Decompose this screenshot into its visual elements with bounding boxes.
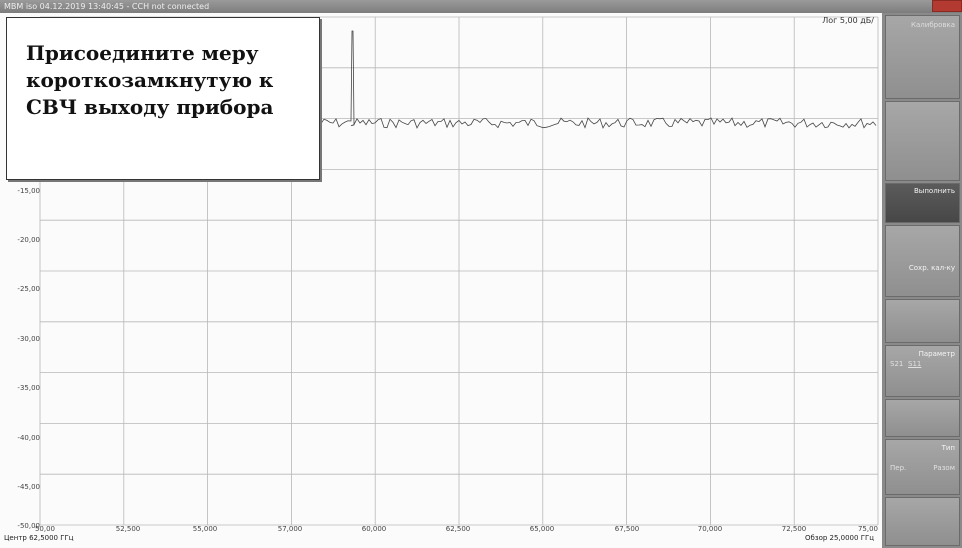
- y-tick-label: -35,00: [17, 384, 40, 392]
- softkey-panel: Калибровка Выполнить Сохр. кал-ку Параме…: [883, 13, 962, 548]
- type-button-label: Тип: [941, 444, 955, 452]
- execute-button-label: Выполнить: [914, 187, 955, 195]
- x-tick-label: 75,00: [857, 525, 879, 533]
- x-tick-label: 60,000: [361, 525, 387, 533]
- execute-button[interactable]: Выполнить: [885, 183, 960, 223]
- x-tick-label: 67,500: [614, 525, 640, 533]
- scale-label: Лог 5,00 дБ/: [822, 16, 874, 25]
- y-tick-label: -25,00: [17, 285, 40, 293]
- type-trans-option: Пер.: [890, 464, 907, 472]
- softkey-blank-1[interactable]: [885, 101, 960, 181]
- save-kit-button[interactable]: Сохр. кал-ку: [885, 225, 960, 297]
- x-tick-label: 70,000: [697, 525, 723, 533]
- prompt-line: короткозамкнутую к: [26, 68, 274, 92]
- softkey-header-label: Калибровка: [911, 21, 955, 29]
- parameter-s21-option: S21: [890, 360, 904, 368]
- parameter-button-label: Параметр: [918, 350, 955, 358]
- type-button[interactable]: Тип Пер. Разом: [885, 439, 960, 495]
- parameter-button[interactable]: Параметр S21 S11: [885, 345, 960, 397]
- softkey-blank-3[interactable]: [885, 399, 960, 437]
- prompt-line: Присоедините меру: [26, 41, 259, 65]
- parameter-s11-option: S11: [908, 360, 922, 368]
- softkey-blank-4[interactable]: [885, 497, 960, 546]
- type-refl-option: Разом: [933, 464, 955, 472]
- measurement-trace: [317, 30, 877, 129]
- center-frequency-label: Центр 62,5000 ГГц: [4, 534, 74, 542]
- y-tick-label: -30,00: [17, 335, 40, 343]
- y-tick-label: -20,00: [17, 236, 40, 244]
- y-tick-label: -45,00: [17, 483, 40, 491]
- x-tick-label: 52,500: [115, 525, 141, 533]
- window-titlebar: MBM iso 04.12.2019 13:40:45 - ССН not co…: [0, 0, 962, 13]
- softkey-blank-2[interactable]: [885, 299, 960, 343]
- x-tick-label: 62,500: [445, 525, 471, 533]
- softkey-header: Калибровка: [885, 15, 960, 99]
- prompt-line: СВЧ выходу прибора: [26, 95, 274, 119]
- calibration-prompt-text: Присоедините меру короткозамкнутую к СВЧ…: [26, 40, 273, 121]
- x-tick-label: 55,000: [192, 525, 218, 533]
- calibration-prompt-dialog: Присоедините меру короткозамкнутую к СВЧ…: [6, 17, 320, 180]
- x-tick-label: 72,500: [781, 525, 807, 533]
- close-window-button[interactable]: [932, 0, 962, 12]
- x-tick-label: 50,00: [34, 525, 56, 533]
- window-title: MBM iso 04.12.2019 13:40:45 - ССН not co…: [4, 2, 210, 11]
- x-tick-label: 65,000: [529, 525, 555, 533]
- y-tick-label: -40,00: [17, 434, 40, 442]
- x-tick-label: 57,000: [277, 525, 303, 533]
- span-frequency-label: Обзор 25,0000 ГГц: [805, 534, 874, 542]
- y-tick-label: -15,00: [17, 187, 40, 195]
- save-kit-button-label: Сохр. кал-ку: [908, 264, 955, 272]
